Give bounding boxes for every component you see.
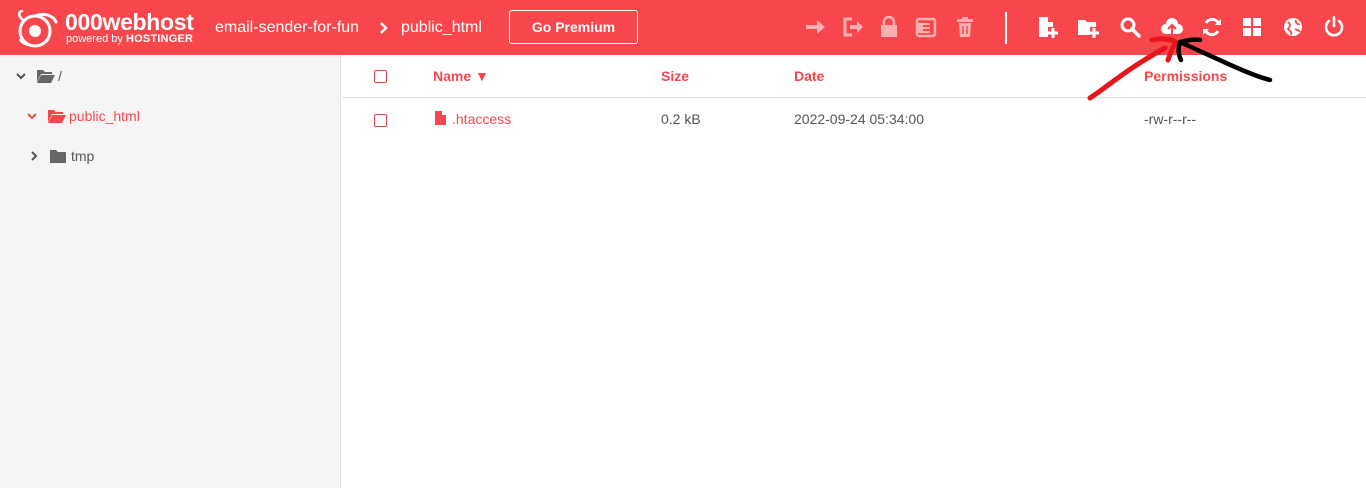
table-header: Name ▼ Size Date Permissions <box>342 55 1366 98</box>
toolbar-divider <box>1005 12 1007 44</box>
top-bar: 000webhost powered by HOSTINGER email-se… <box>0 0 1366 55</box>
tree-item-label: tmp <box>71 148 95 164</box>
brand-tagline-strong: HOSTINGER <box>125 33 194 45</box>
column-header-permissions[interactable]: Permissions <box>1144 68 1227 84</box>
grid-view-icon[interactable] <box>1240 15 1264 39</box>
upload-icon[interactable] <box>1160 15 1184 39</box>
rename-icon[interactable] <box>841 15 865 39</box>
file-size: 0.2 kB <box>661 111 701 127</box>
brand-tagline: powered by HOSTINGER <box>66 33 193 45</box>
file-date: 2022-09-24 05:34:00 <box>794 111 924 127</box>
row-checkbox[interactable] <box>374 114 387 127</box>
folder-open-icon <box>48 110 66 123</box>
chevron-down-icon[interactable] <box>27 111 37 121</box>
column-header-name[interactable]: Name ▼ <box>433 68 489 84</box>
tree-item-label: public_html <box>69 108 140 124</box>
file-name-link[interactable]: .htaccess <box>452 111 511 127</box>
tree-item-label: / <box>58 68 62 84</box>
breadcrumb-site[interactable]: email-sender-for-fun <box>215 18 359 38</box>
column-header-date[interactable]: Date <box>794 68 824 84</box>
move-icon[interactable] <box>803 15 827 39</box>
file-icon <box>435 111 446 125</box>
folder-open-icon <box>37 70 55 83</box>
select-all-checkbox[interactable] <box>374 70 387 83</box>
tree-item-public-html[interactable]: public_html <box>27 105 140 127</box>
go-premium-button[interactable]: Go Premium <box>509 10 638 44</box>
brand-tagline-prefix: powered by <box>66 33 126 45</box>
brand-name[interactable]: 000webhost <box>65 9 194 35</box>
folder-tree-sidebar: / public_html tmp <box>0 55 341 488</box>
chevron-right-icon[interactable] <box>29 151 39 161</box>
new-folder-icon[interactable] <box>1076 15 1100 39</box>
delete-icon[interactable] <box>953 15 977 39</box>
archive-icon[interactable] <box>914 15 938 39</box>
table-row[interactable]: .htaccess 0.2 kB 2022-09-24 05:34:00 -rw… <box>342 98 1366 140</box>
chevron-right-icon <box>380 22 388 34</box>
refresh-icon[interactable] <box>1200 15 1224 39</box>
chevron-down-icon[interactable] <box>16 71 26 81</box>
000webhost-logo-icon[interactable] <box>14 10 58 48</box>
tree-item-root[interactable]: / <box>16 65 62 87</box>
folder-icon <box>50 150 66 163</box>
new-file-icon[interactable] <box>1036 15 1060 39</box>
search-icon[interactable] <box>1118 15 1142 39</box>
breadcrumb-folder[interactable]: public_html <box>401 18 482 38</box>
column-header-size[interactable]: Size <box>661 68 689 84</box>
lock-icon[interactable] <box>877 15 901 39</box>
globe-icon[interactable] <box>1281 15 1305 39</box>
tree-item-tmp[interactable]: tmp <box>29 145 94 167</box>
file-permissions: -rw-r--r-- <box>1144 111 1197 127</box>
power-icon[interactable] <box>1322 15 1346 39</box>
